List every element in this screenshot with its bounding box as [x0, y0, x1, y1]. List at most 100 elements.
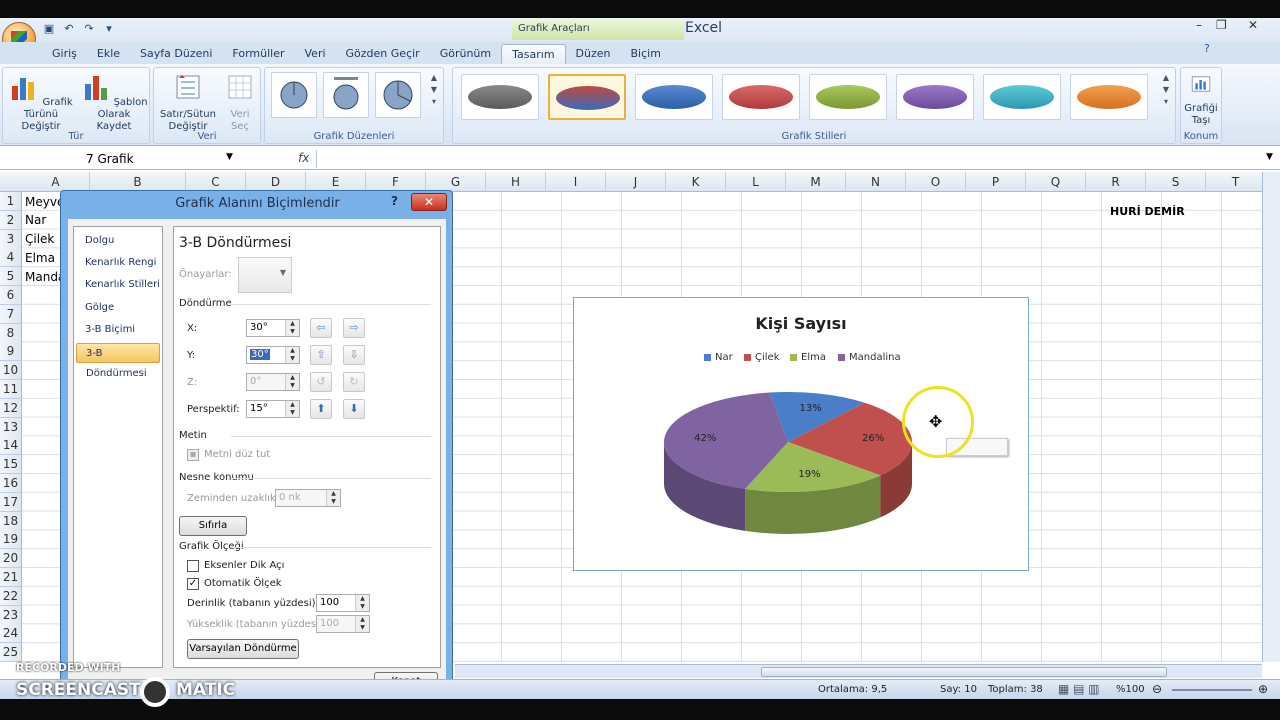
rotate-up-icon[interactable]: ⇧	[310, 345, 332, 365]
data-label-mandalina[interactable]: 42%	[694, 433, 716, 444]
column-header-n[interactable]: N	[846, 172, 906, 192]
column-header-t[interactable]: T	[1206, 172, 1266, 192]
zoom-out-icon[interactable]: ⊖	[1152, 682, 1162, 696]
legend-item-3[interactable]: Mandalina	[838, 352, 901, 363]
zoom-level[interactable]: %100	[1116, 684, 1145, 695]
rotate-right-icon[interactable]: ⇨	[343, 318, 365, 338]
row-header-21[interactable]: 21	[0, 568, 22, 587]
nav-kenarlik-rengi[interactable]: Kenarlık Rengi	[76, 253, 160, 273]
row-header-3[interactable]: 3	[0, 229, 22, 249]
chart-style-5[interactable]	[809, 74, 887, 120]
layouts-scroll[interactable]: ▲ ▼ ▾	[427, 72, 441, 120]
narrow-perspective-icon[interactable]: ⬆	[310, 399, 332, 419]
row-header-13[interactable]: 13	[0, 417, 22, 437]
dialog-close-button[interactable]: ✕	[411, 193, 447, 211]
chart-style-1[interactable]	[461, 74, 539, 120]
rotate-down-icon[interactable]: ⇩	[343, 345, 365, 365]
keep-text-flat-checkbox[interactable]: ▪	[187, 449, 199, 461]
layout-2-button[interactable]	[323, 72, 369, 118]
row-header-14[interactable]: 14	[0, 436, 22, 456]
row-header-5[interactable]: 5	[0, 267, 22, 287]
row-header-25[interactable]: 25	[0, 643, 22, 663]
column-header-e[interactable]: E	[306, 172, 366, 192]
fx-icon[interactable]: fx	[298, 151, 309, 165]
tab-veri[interactable]: Veri	[295, 44, 336, 64]
tab-formuller[interactable]: Formüller	[222, 44, 294, 64]
column-header-m[interactable]: M	[786, 172, 846, 192]
move-chart-button[interactable]: Grafiği Taşı	[1181, 72, 1221, 127]
column-header-c[interactable]: C	[186, 172, 246, 192]
nav-3b-dondurmesi[interactable]: 3-B Döndürmesi	[76, 343, 160, 379]
column-header-r[interactable]: R	[1086, 172, 1146, 192]
formula-input[interactable]	[316, 150, 1262, 168]
chart-style-3[interactable]	[635, 74, 713, 120]
column-header-k[interactable]: K	[666, 172, 726, 192]
horizontal-scrollbar[interactable]	[455, 664, 1262, 678]
depth-spinner[interactable]: 100	[316, 594, 370, 612]
data-label-çilek[interactable]: 26%	[862, 433, 884, 444]
column-header-b[interactable]: B	[90, 172, 186, 192]
nav-kenarlik-stilleri[interactable]: Kenarlık Stilleri	[76, 275, 160, 295]
chart-style-7[interactable]	[983, 74, 1061, 120]
reset-button[interactable]: Sıfırla	[179, 516, 247, 536]
vertical-scrollbar[interactable]	[1262, 172, 1280, 662]
widen-perspective-icon[interactable]: ⬇	[343, 399, 365, 419]
column-header-g[interactable]: G	[426, 172, 486, 192]
close-window-button[interactable]: ✕	[1248, 18, 1258, 32]
row-header-10[interactable]: 10	[0, 361, 22, 381]
row-header-17[interactable]: 17	[0, 492, 22, 512]
chart-style-6[interactable]	[896, 74, 974, 120]
right-angle-axes-checkbox[interactable]	[187, 560, 199, 572]
row-header-15[interactable]: 15	[0, 455, 22, 475]
z-rotation-spinner[interactable]: 0°	[246, 373, 300, 391]
legend-item-0[interactable]: Nar	[704, 352, 733, 363]
column-header-i[interactable]: I	[546, 172, 606, 192]
zoom-in-icon[interactable]: ⊕	[1258, 682, 1268, 696]
column-header-h[interactable]: H	[486, 172, 546, 192]
dialog-help-icon[interactable]: ?	[391, 194, 398, 208]
cell-a2[interactable]: Nar	[25, 213, 46, 227]
nav-dolgu[interactable]: Dolgu	[76, 231, 160, 251]
tab-ekle[interactable]: Ekle	[87, 44, 130, 64]
height-spinner[interactable]: 100	[316, 615, 370, 633]
layout-3-button[interactable]	[375, 72, 421, 118]
row-header-23[interactable]: 23	[0, 605, 22, 625]
default-rotation-button[interactable]: Varsayılan Döndürme	[187, 639, 299, 659]
nav-3b-bicimi[interactable]: 3-B Biçimi	[76, 320, 160, 340]
y-rotation-spinner[interactable]: 30°	[246, 346, 300, 364]
cell-a3[interactable]: Çilek	[25, 232, 54, 246]
tab-sayfa-duzeni[interactable]: Sayfa Düzeni	[130, 44, 222, 64]
styles-scroll[interactable]: ▲ ▼ ▾	[1159, 72, 1173, 120]
change-chart-type-button[interactable]: Grafik Türünü Değiştir	[5, 72, 77, 133]
chart-style-4[interactable]	[722, 74, 800, 120]
row-header-19[interactable]: 19	[0, 530, 22, 550]
column-header-j[interactable]: J	[606, 172, 666, 192]
tab-duzen[interactable]: Düzen	[566, 44, 621, 64]
data-label-elma[interactable]: 19%	[798, 469, 820, 480]
nav-golge[interactable]: Gölge	[76, 298, 160, 318]
row-header-12[interactable]: 12	[0, 398, 22, 418]
maximize-button[interactable]: ❐	[1216, 18, 1227, 32]
rotate-cw-icon[interactable]: ↻	[343, 372, 365, 392]
autoscale-checkbox[interactable]: ✓	[187, 578, 199, 590]
row-header-8[interactable]: 8	[0, 323, 22, 343]
column-header-a[interactable]: A	[22, 172, 90, 192]
tab-bicim[interactable]: Biçim	[621, 44, 671, 64]
layout-1-button[interactable]	[271, 72, 317, 118]
tab-gozden-gecir[interactable]: Gözden Geçir	[336, 44, 430, 64]
column-header-l[interactable]: L	[726, 172, 786, 192]
legend-item-1[interactable]: Çilek	[744, 352, 779, 363]
column-header-q[interactable]: Q	[1026, 172, 1086, 192]
perspective-spinner[interactable]: 15°	[246, 400, 300, 418]
chart-style-8[interactable]	[1070, 74, 1148, 120]
select-data-button[interactable]: Veri Seç	[220, 72, 260, 133]
tab-tasarim[interactable]: Tasarım	[501, 44, 566, 64]
tab-giris[interactable]: Giriş	[42, 44, 87, 64]
row-header-7[interactable]: 7	[0, 304, 22, 324]
row-header-18[interactable]: 18	[0, 511, 22, 531]
name-box[interactable]: 7 Grafik	[82, 150, 238, 168]
switch-row-column-button[interactable]: Satır/Sütun Değiştir	[156, 72, 220, 133]
rotate-ccw-icon[interactable]: ↺	[310, 372, 332, 392]
cell-a4[interactable]: Elma	[25, 251, 55, 265]
column-header-d[interactable]: D	[246, 172, 306, 192]
